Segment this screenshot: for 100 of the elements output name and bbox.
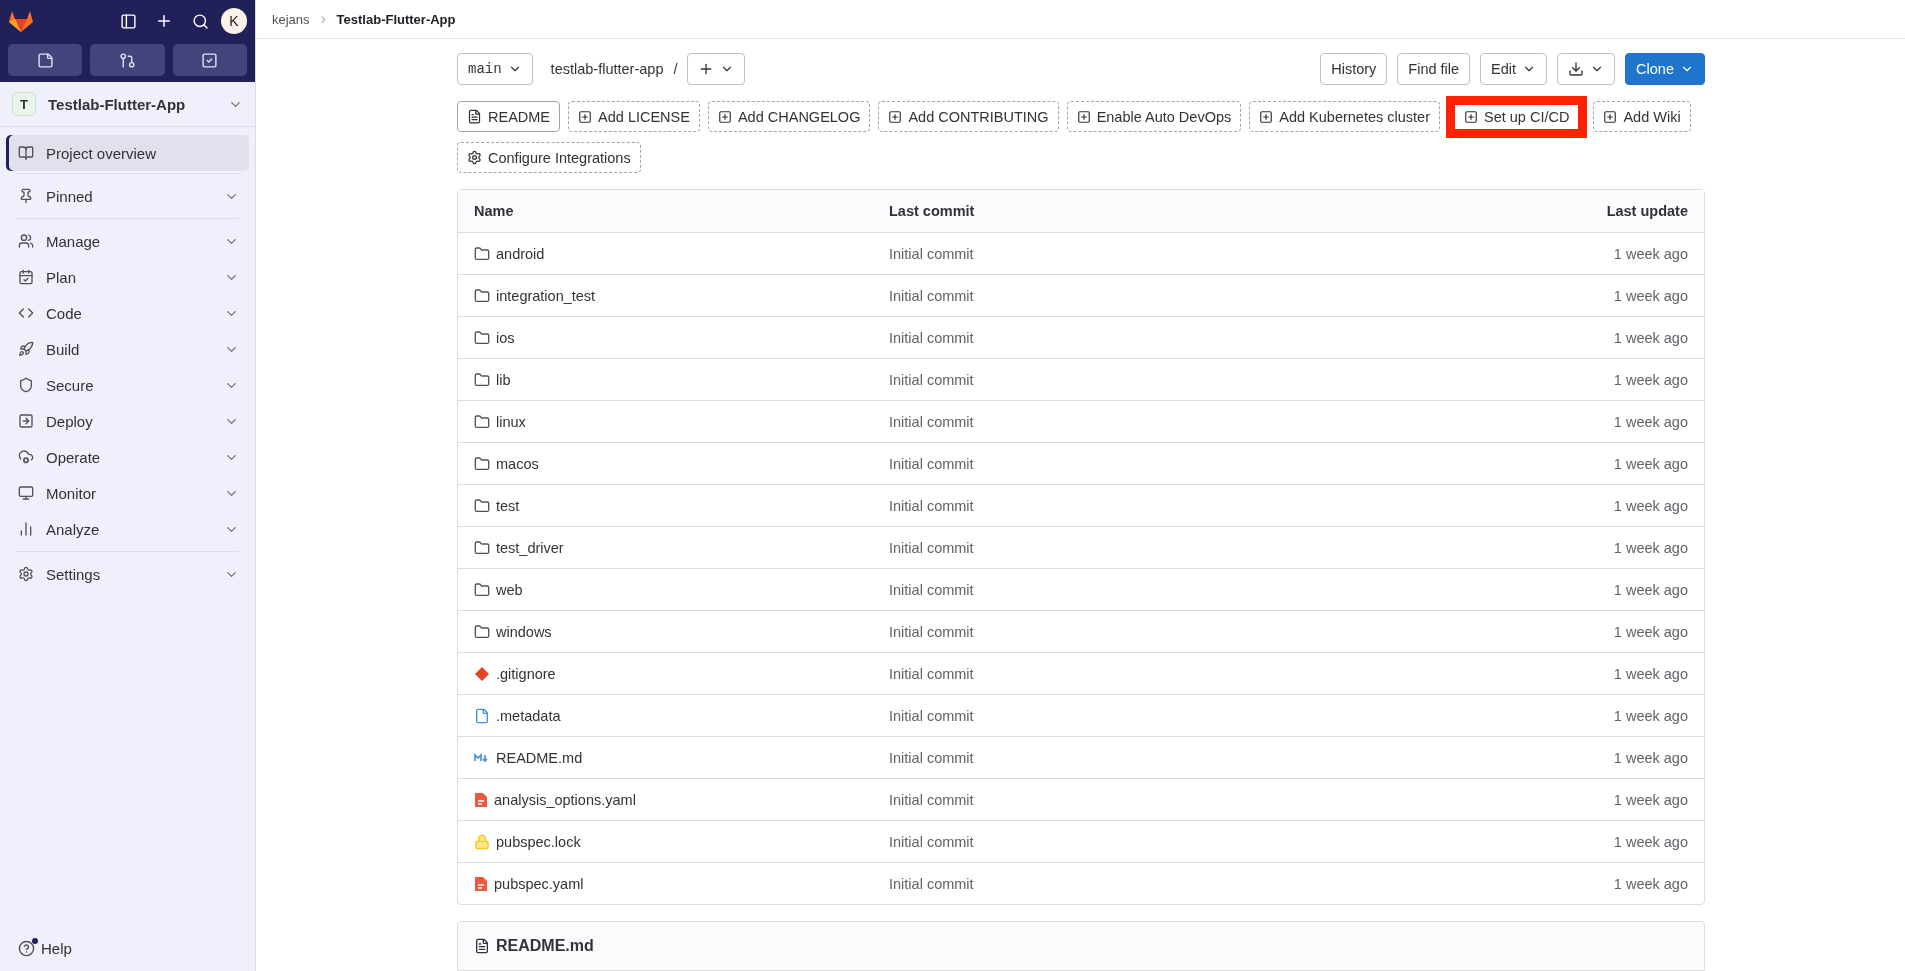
download-icon	[1568, 61, 1585, 77]
merge-requests-button[interactable]	[90, 44, 165, 76]
issues-button[interactable]	[8, 44, 83, 76]
commit-cell[interactable]: Initial commit	[889, 245, 1388, 262]
branch-dropdown[interactable]: main	[457, 53, 533, 85]
nav-item[interactable]: Analyze	[6, 511, 249, 547]
lock-icon	[474, 833, 490, 850]
commit-cell[interactable]: Initial commit	[889, 833, 1388, 850]
plus-square-icon	[1259, 109, 1274, 124]
file-link[interactable]: analysis_options.yaml	[494, 791, 636, 808]
file-icon	[467, 109, 482, 124]
date-cell-text: 1 week ago	[1612, 581, 1688, 598]
search-icon	[191, 12, 209, 30]
file-link[interactable]: windows	[496, 623, 552, 640]
commit-cell[interactable]: Initial commit	[889, 665, 1388, 682]
date-cell-text: 1 week ago	[1612, 455, 1688, 472]
file-link[interactable]: test_driver	[496, 539, 564, 556]
help-link[interactable]: Help	[0, 926, 255, 971]
action-button[interactable]: Add LICENSE	[568, 101, 700, 132]
file-link[interactable]: pubspec.lock	[496, 833, 581, 850]
file-link[interactable]: web	[496, 581, 523, 598]
fox-logo-icon[interactable]	[8, 9, 34, 33]
nav-item[interactable]: Build	[6, 331, 249, 367]
clone-button[interactable]: Clone	[1625, 53, 1705, 85]
user-avatar[interactable]: K	[221, 8, 247, 34]
folder-icon	[474, 581, 490, 598]
plus-icon	[155, 12, 173, 30]
toolbar-button[interactable]: History	[1320, 53, 1388, 85]
file-link[interactable]: ios	[496, 329, 515, 346]
column-header: Name	[474, 203, 515, 219]
action-button[interactable]: Add Kubernetes cluster	[1249, 101, 1440, 132]
plus-square-icon	[578, 109, 593, 124]
action-button[interactable]: Add CHANGELOG	[707, 101, 871, 132]
nav-item[interactable]: Manage	[6, 223, 249, 259]
nav-item[interactable]: Operate	[6, 439, 249, 475]
date-cell-text: 1 week ago	[1612, 791, 1688, 808]
folder-icon	[474, 287, 490, 304]
folder-icon	[474, 413, 490, 430]
folder-icon	[474, 371, 490, 388]
project-avatar: T	[12, 92, 36, 116]
commit-cell[interactable]: Initial commit	[889, 539, 1388, 556]
repo-path[interactable]: testlab-flutter-app	[550, 61, 664, 77]
nav-item[interactable]: Plan	[6, 259, 249, 295]
action-button[interactable]: Configure Integrations	[457, 142, 641, 173]
deploy-icon	[18, 413, 34, 429]
commit-cell[interactable]: Initial commit	[889, 875, 1388, 892]
action-button[interactable]: Enable Auto DevOps	[1066, 101, 1242, 132]
commit-cell[interactable]: Initial commit	[889, 707, 1388, 724]
plus-square-icon	[888, 109, 903, 124]
monitor-icon	[18, 485, 34, 501]
nav-item[interactable]: Secure	[6, 367, 249, 403]
commit-cell[interactable]: Initial commit	[889, 455, 1388, 472]
commit-cell[interactable]: Initial commit	[889, 623, 1388, 640]
action-button[interactable]: Add Wiki	[1593, 101, 1691, 132]
file-icon	[474, 707, 490, 724]
commit-cell[interactable]: Initial commit	[889, 497, 1388, 514]
date-cell-text: 1 week ago	[1612, 875, 1688, 892]
nav-item[interactable]: Project overview	[6, 135, 249, 171]
shield-icon	[18, 377, 34, 393]
plus-square-icon	[1076, 109, 1091, 124]
toolbar-button[interactable]: Find file	[1397, 53, 1471, 85]
commit-cell[interactable]: Initial commit	[889, 287, 1388, 304]
file-link[interactable]: README.md	[496, 749, 583, 766]
file-link[interactable]: test	[496, 497, 520, 514]
file-link[interactable]: android	[496, 245, 545, 262]
dropdown-button[interactable]: Edit	[1480, 53, 1548, 85]
nav-item[interactable]: Settings	[6, 556, 249, 592]
nav-item[interactable]: Pinned	[6, 178, 249, 214]
action-button[interactable]: Add CONTRIBUTING	[878, 101, 1059, 132]
file-link[interactable]: linux	[496, 413, 526, 430]
add-dropdown[interactable]	[687, 53, 746, 85]
commit-cell[interactable]: Initial commit	[889, 749, 1388, 766]
commit-cell[interactable]: Initial commit	[889, 371, 1388, 388]
todo-button[interactable]	[172, 44, 247, 76]
nav-item[interactable]: Monitor	[6, 475, 249, 511]
nav-item[interactable]: Deploy	[6, 403, 249, 439]
merge-icon	[119, 51, 136, 69]
date-cell-text: 1 week ago	[1612, 287, 1688, 304]
folder-icon	[474, 539, 490, 556]
download-button[interactable]	[1557, 53, 1616, 85]
commit-cell[interactable]: Initial commit	[889, 791, 1388, 808]
date-cell-text: 1 week ago	[1612, 329, 1688, 346]
nav-item[interactable]: Code	[6, 295, 249, 331]
markdown-icon	[474, 752, 490, 763]
commit-cell[interactable]: Initial commit	[889, 413, 1388, 430]
file-link[interactable]: lib	[496, 371, 511, 388]
commit-cell[interactable]: Initial commit	[889, 329, 1388, 346]
file-link[interactable]: macos	[496, 455, 539, 472]
cloud-icon	[18, 449, 34, 465]
date-cell-text: 1 week ago	[1612, 413, 1688, 430]
file-link[interactable]: .gitignore	[496, 665, 556, 682]
file-link[interactable]: integration_test	[496, 287, 596, 304]
breadcrumb-link[interactable]: Testlab-Flutter-App	[336, 11, 456, 27]
file-link[interactable]: pubspec.yaml	[494, 875, 584, 892]
action-button[interactable]: README	[457, 101, 561, 132]
file-link[interactable]: .metadata	[496, 707, 561, 724]
project-name[interactable]: Testlab-Flutter-App	[48, 95, 216, 113]
date-cell-text: 1 week ago	[1612, 665, 1688, 682]
commit-cell[interactable]: Initial commit	[889, 581, 1388, 598]
breadcrumb-link[interactable]: kejans	[272, 11, 310, 27]
